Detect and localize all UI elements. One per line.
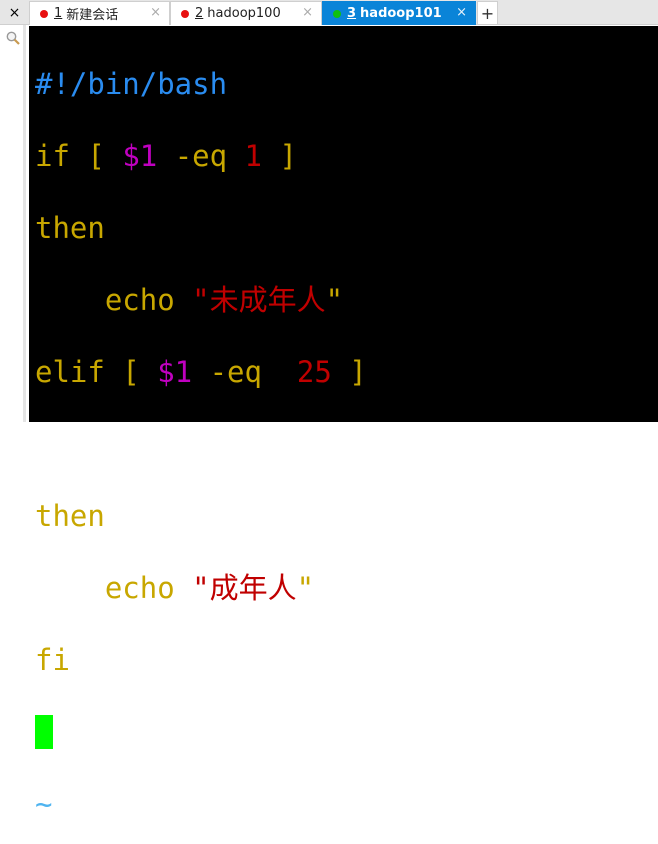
line-then-2: then (35, 499, 105, 533)
line-echo-1: echo "未成年人" (35, 283, 344, 317)
line-fi: fi (35, 643, 70, 677)
new-tab-button[interactable]: + (477, 1, 498, 25)
tab-close-icon[interactable]: × (456, 5, 467, 20)
tab-bar: × 1 新建会话 × 2 hadoop100 × 3 hadoop101 × + (0, 0, 658, 25)
line-if: if [ $1 -eq 1 ] (35, 139, 297, 173)
line-empty (35, 426, 658, 462)
tab-number: 3 (347, 6, 357, 21)
terminal[interactable]: #!/bin/bash if [ $1 -eq 1 ] then echo "未… (29, 26, 658, 821)
status-dot-icon (181, 9, 189, 18)
line-cursor (35, 714, 658, 750)
status-dot-icon (333, 9, 341, 18)
tab-number: 2 (195, 6, 204, 21)
tab-label: 新建会话 (66, 8, 119, 23)
search-icon[interactable] (6, 31, 20, 45)
tab-session-2[interactable]: 2 hadoop100 × (170, 1, 322, 25)
line-then: then (35, 211, 105, 245)
line-elif: elif [ $1 -eq 25 ] (35, 355, 367, 389)
side-panel (0, 25, 26, 422)
tab-close-icon[interactable]: × (302, 5, 313, 20)
status-dot-icon (40, 9, 48, 18)
tab-close-icon[interactable]: × (150, 5, 161, 20)
tab-session-3[interactable]: 3 hadoop101 × (322, 1, 476, 25)
tab-number: 1 (54, 6, 63, 21)
close-sidebar-button[interactable]: × (0, 0, 29, 25)
empty-line-tilde: ~ (35, 787, 53, 821)
line-shebang: #!/bin/bash (35, 67, 228, 101)
tab-session-1[interactable]: 1 新建会话 × (29, 1, 170, 25)
tab-label: hadoop100 (207, 6, 281, 21)
text-cursor (35, 715, 53, 749)
tab-label: hadoop101 (360, 6, 442, 21)
line-echo-2: echo "成年人" (35, 571, 315, 605)
